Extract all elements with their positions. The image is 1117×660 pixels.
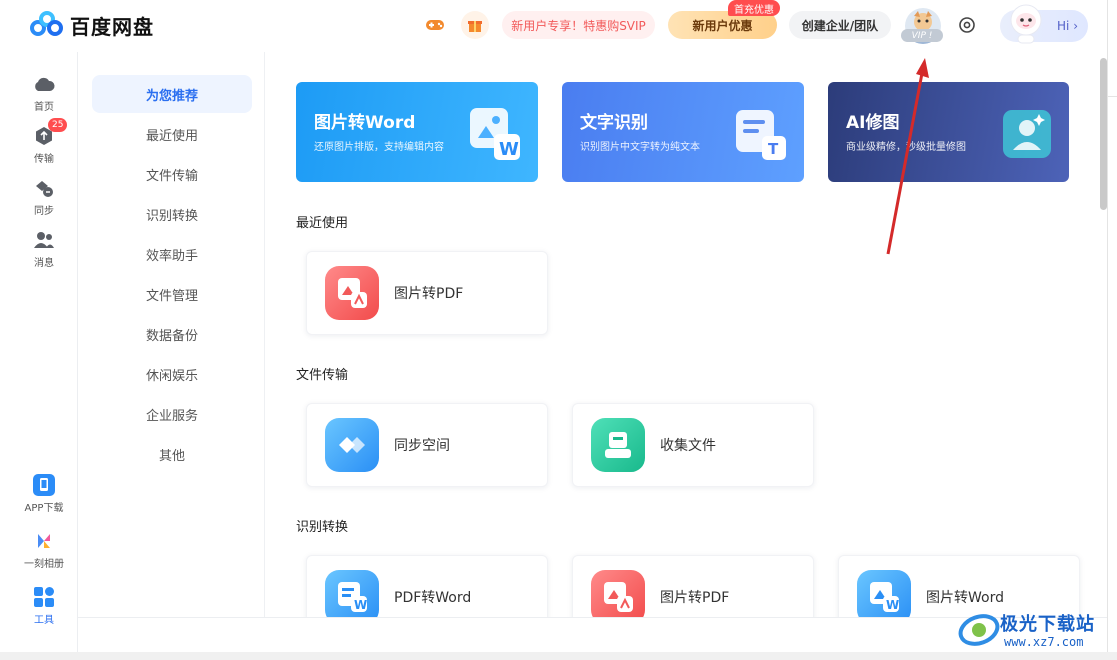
cloud-icon <box>32 72 56 96</box>
svg-text:W: W <box>354 598 367 612</box>
svg-text:W: W <box>886 598 899 612</box>
rail-item-sync[interactable]: 同步 <box>10 176 78 217</box>
app-name: 百度网盘 <box>70 14 154 39</box>
tool-card-collect-files[interactable]: 收集文件 <box>572 403 814 487</box>
tools-icon <box>32 585 56 609</box>
create-team-button[interactable]: 创建企业/团队 <box>789 11 891 39</box>
section-title-file-transfer: 文件传输 <box>296 368 349 383</box>
phone-icon <box>32 473 56 497</box>
tool-card-label: 图片转Word <box>926 590 1004 606</box>
first-charge-tag: 首充优惠 <box>728 0 780 16</box>
category-recommended[interactable]: 为您推荐 <box>92 75 252 113</box>
tool-card-sync-space[interactable]: 同步空间 <box>306 403 548 487</box>
gift-icon[interactable] <box>461 11 489 39</box>
banner-image-to-word[interactable]: 图片转Word 还原图片排版，支持编辑内容 W <box>296 82 538 182</box>
category-efficiency[interactable]: 效率助手 <box>92 235 252 273</box>
transfer-count-badge: 25 <box>48 118 68 132</box>
section-title-recognition: 识别转换 <box>296 520 349 535</box>
tool-card-image-to-pdf[interactable]: 图片转PDF <box>306 251 548 335</box>
svg-text:T: T <box>768 140 779 158</box>
tools-content: 图片转Word 还原图片排版，支持编辑内容 W 文字识别 识别图片中文字转为纯文… <box>296 52 1086 617</box>
banner-ai-retouch[interactable]: AI修图 商业级精修，秒级批量修图 <box>828 82 1069 182</box>
vertical-scrollbar[interactable] <box>1100 58 1107 210</box>
watermark-logo-icon <box>958 614 1000 646</box>
rail-item-app-download[interactable]: APP下载 <box>10 473 78 514</box>
banner-title: 图片转Word <box>314 113 416 133</box>
watermark-title: 极光下载站 <box>1000 614 1095 635</box>
rail-item-album[interactable]: 一刻相册 <box>10 529 78 570</box>
tool-category-list: 为您推荐 最近使用 文件传输 识别转换 效率助手 文件管理 数据备份 休闲娱乐 … <box>90 60 265 640</box>
category-entertainment[interactable]: 休闲娱乐 <box>92 355 252 393</box>
sync-space-icon <box>325 418 379 472</box>
collect-files-icon <box>591 418 645 472</box>
assistant-robot-icon[interactable] <box>1004 2 1048 44</box>
left-rail-nav: 首页 25 传输 同步 消息 APP下载 一刻相册 工具 <box>10 52 78 652</box>
rail-item-home[interactable]: 首页 <box>10 72 78 113</box>
category-recent[interactable]: 最近使用 <box>92 115 252 153</box>
tool-card-label: 收集文件 <box>660 438 716 454</box>
banner-title: AI修图 <box>846 113 900 133</box>
category-other[interactable]: 其他 <box>92 435 252 473</box>
vip-badge: VIP ! <box>901 29 943 42</box>
rail-item-tools[interactable]: 工具 <box>10 585 78 626</box>
image-to-pdf-icon <box>591 570 645 617</box>
top-header: 百度网盘 新用户专享！特惠购SVIP 新用户优惠 首充优惠 创建企业/团队 VI… <box>10 0 1107 52</box>
section-title-recent: 最近使用 <box>296 216 349 231</box>
text-recognition-icon: T <box>732 104 792 164</box>
hi-label: Hi <box>1057 19 1070 33</box>
settings-icon[interactable] <box>953 11 981 39</box>
category-file-management[interactable]: 文件管理 <box>92 275 252 313</box>
ai-retouch-icon <box>997 104 1057 164</box>
sync-icon <box>32 176 56 200</box>
tool-card-label: PDF转Word <box>394 590 472 606</box>
category-file-transfer[interactable]: 文件传输 <box>92 155 252 193</box>
album-icon <box>32 529 56 553</box>
banner-title: 文字识别 <box>580 113 648 133</box>
message-icon <box>32 228 56 252</box>
banner-ocr[interactable]: 文字识别 识别图片中文字转为纯文本 T <box>562 82 804 182</box>
rail-label: 一刻相册 <box>24 559 64 570</box>
tool-card-label: 同步空间 <box>394 438 450 454</box>
svg-text:W: W <box>499 139 519 160</box>
bottom-status-bar <box>78 617 1107 652</box>
tool-card-image-to-pdf-2[interactable]: 图片转PDF <box>572 555 814 617</box>
rail-label: 传输 <box>34 154 54 165</box>
image-to-word-icon: W <box>857 570 911 617</box>
tool-card-label: 图片转PDF <box>660 590 730 606</box>
banner-subtitle: 商业级精修，秒级批量修图 <box>846 142 966 153</box>
rail-label: 工具 <box>34 615 54 626</box>
tool-card-label: 图片转PDF <box>394 286 464 302</box>
watermark-url: www.xz7.com <box>1004 635 1084 649</box>
chevron-right-icon: › <box>1073 19 1078 33</box>
rail-label: 首页 <box>34 102 54 113</box>
cloud-logo-icon <box>30 10 64 40</box>
pdf-to-word-icon: W <box>325 570 379 617</box>
divider <box>264 52 265 617</box>
site-watermark: 极光下载站 www.xz7.com <box>956 606 1112 656</box>
banner-subtitle: 识别图片中文字转为纯文本 <box>580 142 700 153</box>
category-enterprise[interactable]: 企业服务 <box>92 395 252 433</box>
rail-label: 消息 <box>34 258 54 269</box>
rail-item-transfer[interactable]: 25 传输 <box>10 118 78 165</box>
app-logo[interactable]: 百度网盘 <box>30 10 154 40</box>
rail-label: 同步 <box>34 206 54 217</box>
baidu-netdisk-window: 百度网盘 新用户专享！特惠购SVIP 新用户优惠 首充优惠 创建企业/团队 VI… <box>10 0 1107 652</box>
category-backup[interactable]: 数据备份 <box>92 315 252 353</box>
image-to-pdf-icon <box>325 266 379 320</box>
banner-subtitle: 还原图片排版，支持编辑内容 <box>314 142 444 153</box>
window-edge <box>1107 0 1117 660</box>
image-to-word-icon: W <box>466 104 526 164</box>
rail-label: APP下载 <box>24 503 64 514</box>
category-recognition[interactable]: 识别转换 <box>92 195 252 233</box>
tool-card-pdf-to-word[interactable]: W PDF转Word <box>306 555 548 617</box>
rail-item-messages[interactable]: 消息 <box>10 228 78 269</box>
window-bottom-edge <box>0 652 1117 660</box>
game-icon[interactable] <box>421 11 449 39</box>
svip-promo-button[interactable]: 新用户专享！特惠购SVIP <box>502 11 655 39</box>
